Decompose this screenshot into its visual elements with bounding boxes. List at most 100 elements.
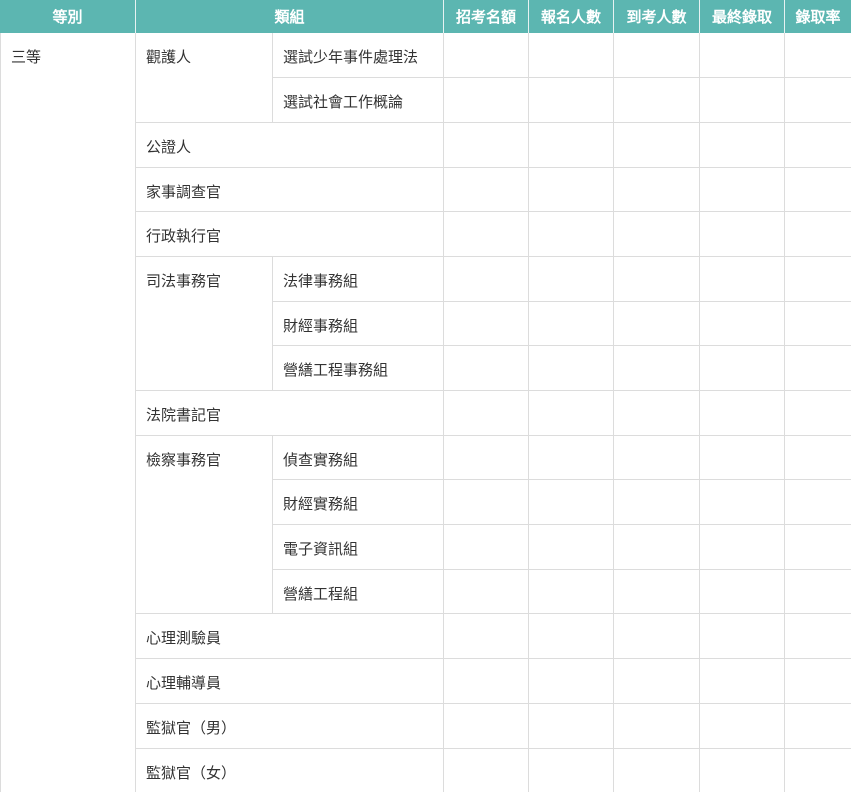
header-attendees: 到考人數 [614, 0, 700, 33]
quota-cell [444, 33, 529, 78]
admission-rate-cell [785, 212, 851, 257]
admission-rate-cell [785, 480, 851, 525]
quota-cell [444, 659, 529, 704]
category-psych-tester: 心理測驗員 [136, 614, 444, 659]
admission-rate-cell [785, 168, 851, 212]
attendees-cell [614, 480, 700, 525]
subgroup-jao-finance: 財經事務組 [273, 302, 444, 346]
admission-rate-cell [785, 659, 851, 704]
attendees-cell [614, 749, 700, 792]
attendees-cell [614, 123, 700, 168]
subgroup-jao-legal: 法律事務組 [273, 257, 444, 302]
applicants-cell [529, 570, 614, 614]
attendees-cell [614, 212, 700, 257]
admission-rate-cell [785, 704, 851, 749]
attendees-cell [614, 659, 700, 704]
admission-rate-cell [785, 570, 851, 614]
attendees-cell [614, 33, 700, 78]
category-prosecution-affairs-officer: 檢察事務官 [136, 436, 273, 614]
applicants-cell [529, 33, 614, 78]
attendees-cell [614, 704, 700, 749]
subgroup-pao-finance: 財經實務組 [273, 480, 444, 525]
admission-rate-cell [785, 346, 851, 391]
attendees-cell [614, 391, 700, 436]
applicants-cell [529, 257, 614, 302]
applicants-cell [529, 436, 614, 480]
final-admitted-cell [700, 525, 785, 570]
header-category: 類組 [136, 0, 444, 33]
quota-cell [444, 302, 529, 346]
attendees-cell [614, 257, 700, 302]
admission-rate-cell [785, 614, 851, 659]
admission-rate-cell [785, 78, 851, 123]
final-admitted-cell [700, 212, 785, 257]
category-judicial-affairs-officer: 司法事務官 [136, 257, 273, 391]
category-prison-officer-female: 監獄官（女） [136, 749, 444, 792]
quota-cell [444, 436, 529, 480]
final-admitted-cell [700, 704, 785, 749]
category-guardian: 觀護人 [136, 33, 273, 123]
final-admitted-cell [700, 570, 785, 614]
header-final-admitted: 最終錄取 [700, 0, 785, 33]
final-admitted-cell [700, 123, 785, 168]
quota-cell [444, 78, 529, 123]
final-admitted-cell [700, 33, 785, 78]
quota-cell [444, 525, 529, 570]
category-enforcement-officer: 行政執行官 [136, 212, 444, 257]
attendees-cell [614, 302, 700, 346]
exam-statistics-table: 等別 類組 招考名額 報名人數 到考人數 最終錄取 錄取率 三等 觀護人 公證人… [0, 0, 851, 792]
attendees-cell [614, 346, 700, 391]
attendees-cell [614, 570, 700, 614]
admission-rate-cell [785, 436, 851, 480]
attendees-cell [614, 525, 700, 570]
admission-rate-cell [785, 391, 851, 436]
applicants-cell [529, 749, 614, 792]
admission-rate-cell [785, 33, 851, 78]
admission-rate-cell [785, 302, 851, 346]
final-admitted-cell [700, 346, 785, 391]
attendees-cell [614, 78, 700, 123]
header-grade: 等別 [0, 0, 136, 33]
quota-cell [444, 168, 529, 212]
quota-cell [444, 749, 529, 792]
final-admitted-cell [700, 78, 785, 123]
admission-rate-cell [785, 257, 851, 302]
category-family-investigator: 家事調查官 [136, 168, 444, 212]
subgroup-jao-construction: 營繕工程事務組 [273, 346, 444, 391]
applicants-cell [529, 346, 614, 391]
category-court-clerk: 法院書記官 [136, 391, 444, 436]
category-psych-counselor: 心理輔導員 [136, 659, 444, 704]
header-admission-rate: 錄取率 [785, 0, 851, 33]
applicants-cell [529, 704, 614, 749]
final-admitted-cell [700, 302, 785, 346]
attendees-cell [614, 168, 700, 212]
applicants-cell [529, 123, 614, 168]
applicants-cell [529, 78, 614, 123]
quota-cell [444, 480, 529, 525]
header-applicants: 報名人數 [529, 0, 614, 33]
final-admitted-cell [700, 749, 785, 792]
applicants-cell [529, 391, 614, 436]
final-admitted-cell [700, 257, 785, 302]
applicants-cell [529, 525, 614, 570]
applicants-cell [529, 168, 614, 212]
final-admitted-cell [700, 436, 785, 480]
subgroup-pao-investigation: 偵查實務組 [273, 436, 444, 480]
final-admitted-cell [700, 391, 785, 436]
category-notary: 公證人 [136, 123, 444, 168]
applicants-cell [529, 659, 614, 704]
final-admitted-cell [700, 168, 785, 212]
applicants-cell [529, 302, 614, 346]
grade-cell: 三等 [0, 33, 136, 792]
category-prison-officer-male: 監獄官（男） [136, 704, 444, 749]
quota-cell [444, 212, 529, 257]
applicants-cell [529, 480, 614, 525]
header-quota: 招考名額 [444, 0, 529, 33]
quota-cell [444, 257, 529, 302]
subgroup-guardian-juvenile: 選試少年事件處理法 [273, 33, 444, 78]
quota-cell [444, 570, 529, 614]
subgroup-pao-it: 電子資訊組 [273, 525, 444, 570]
admission-rate-cell [785, 749, 851, 792]
attendees-cell [614, 436, 700, 480]
quota-cell [444, 123, 529, 168]
